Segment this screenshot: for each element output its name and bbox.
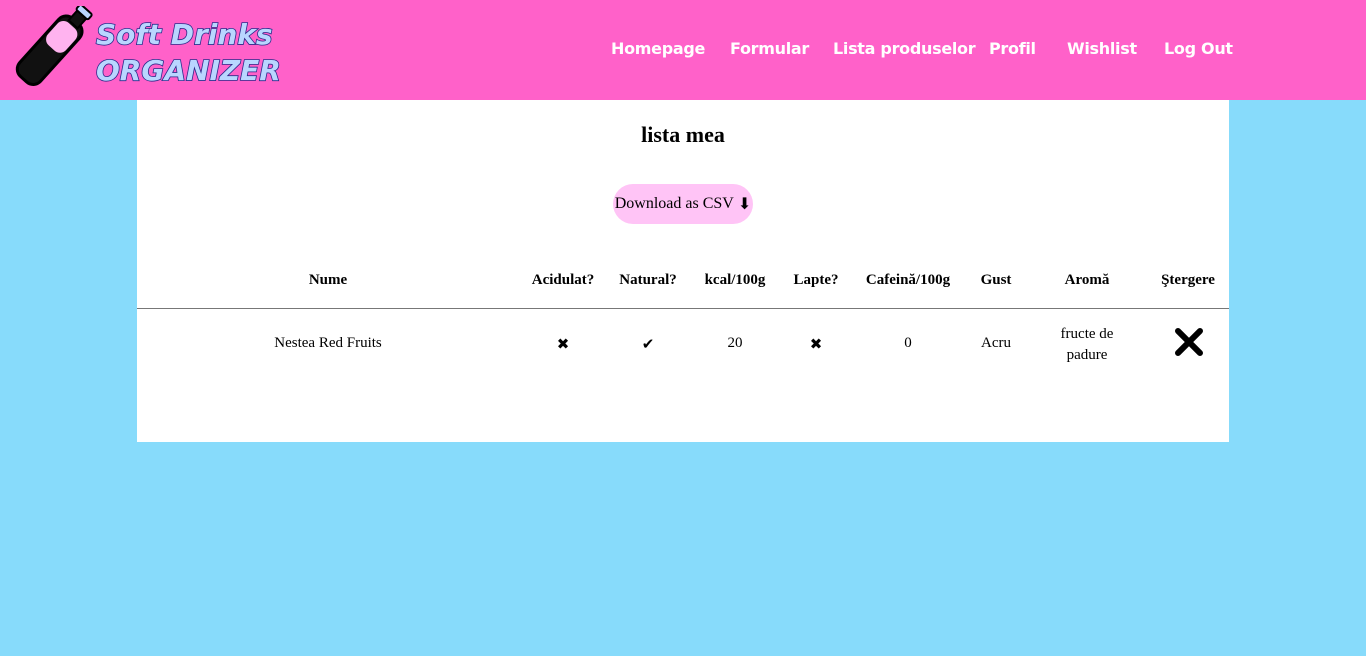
download-csv-label: Download as CSV [614,195,734,212]
download-arrow-icon: ⬇ [737,196,752,213]
header-acidulat: Acidulat? [531,272,595,288]
cell-acidulat: ✖ [556,337,570,353]
header-natural: Natural? [619,272,677,288]
cell-aroma: fructe de padure [1060,326,1114,363]
nav-homepage[interactable]: Homepage [611,38,705,60]
nav-log-out[interactable]: Log Out [1164,38,1233,60]
cell-kcal: 20 [727,335,743,351]
nav-profil[interactable]: Profil [989,38,1036,60]
delete-x-icon[interactable] [1174,327,1204,357]
page-title: lista mea [641,122,725,147]
main-panel: lista mea Download as CSV ⬇ Nume Acidula… [137,100,1229,442]
nav-lista-produselor[interactable]: Lista produselor [833,38,976,60]
header-cafeina: Cafeină/100g [865,272,951,288]
download-csv-button[interactable]: Download as CSV ⬇ [613,184,753,224]
cell-lapte: ✖ [809,337,823,353]
cell-name: Nestea Red Fruits [274,335,382,351]
header-nume: Nume [308,272,348,288]
header-stergere: Ştergere [1161,272,1215,288]
table-header-divider [137,308,1229,309]
header-aroma: Aromă [1064,272,1110,288]
cell-gust: Acru [981,335,1011,351]
cell-cafeina: 0 [904,335,912,351]
header-gust: Gust [980,272,1012,288]
header-lapte: Lapte? [793,272,839,288]
nav-formular[interactable]: Formular [730,38,809,60]
header-kcal: kcal/100g [704,272,766,288]
header: Soft Drinks ORGANIZER Homepage Formular … [0,0,1366,100]
main-nav: Homepage Formular Lista produselor Profi… [0,38,1366,62]
nav-wishlist[interactable]: Wishlist [1067,38,1137,60]
cell-natural: ✔ [641,337,655,353]
